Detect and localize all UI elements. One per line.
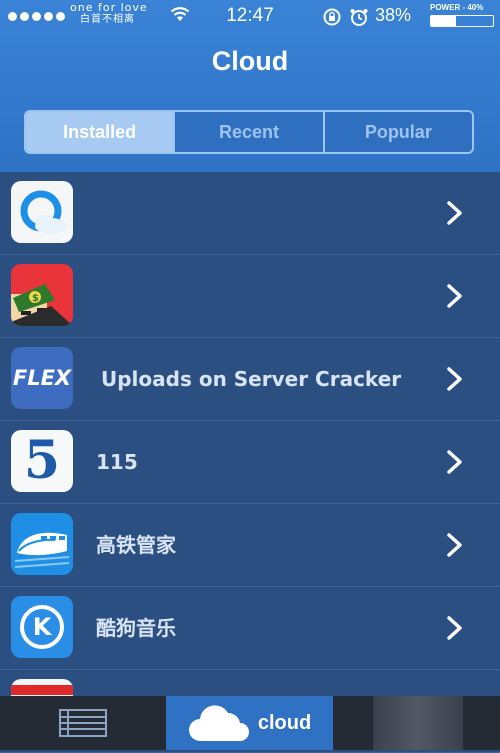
tab-recent[interactable]: Recent [175,112,325,152]
list-item[interactable] [0,172,500,255]
flex-icon-text: FLEX [12,366,72,390]
header: one for love 白首不相离 12:47 38% POWER - 40%… [0,0,500,172]
app-115-icon: 5 [11,430,73,492]
chevron-right-icon [447,284,462,308]
cloud-icon [188,705,249,741]
list-item[interactable]: K 酷狗音乐 [0,587,500,670]
list-item[interactable]: 5 115 [0,421,500,504]
battery-percentage: 38% [375,5,412,25]
list-item-label: Uploads on Server Cracker [101,367,402,391]
status-bar: one for love 白首不相离 12:47 38% POWER - 40% [0,0,500,34]
tab-cloud[interactable]: cloud [166,696,333,750]
kugou-icon: K [11,596,73,658]
page-title: Cloud [211,46,289,76]
tab-bar: cloud [0,696,500,750]
status-time: 12:47 [226,5,274,26]
battery-fill [431,16,456,26]
rotation-lock-icon [323,8,341,26]
battery-bar [430,15,494,27]
alarm-icon [350,9,368,26]
list-item-label: 高铁管家 [96,533,176,557]
tab-installed[interactable]: Installed [26,112,176,152]
chevron-right-icon [447,201,462,225]
segmented-control: Installed Recent Popular [24,110,474,154]
green-cap-character-icon: $ [11,264,73,326]
chevron-right-icon [447,450,462,474]
tab-popular[interactable]: Popular [325,112,472,152]
list-item[interactable]: 高铁管家 [0,504,500,587]
tab-right[interactable] [373,696,463,750]
flex-icon: FLEX [11,347,73,409]
kugou-icon-text: K [32,613,52,641]
power-label: POWER - 40% [430,3,484,12]
list-item[interactable]: FLEX Uploads on Server Cracker [0,338,500,421]
qq-browser-icon [11,181,73,243]
list-item-label: 酷狗音乐 [96,616,176,640]
app-115-icon-text: 5 [23,430,61,491]
chevron-right-icon [447,616,462,640]
app-list: $ FLEX Uploads on Server Cracker 5 115 高… [0,172,500,753]
train-icon [11,513,73,575]
tab-cloud-label: cloud [257,711,312,734]
svg-text:$: $ [32,293,39,304]
chevron-right-icon [447,533,462,557]
chevron-right-icon [447,367,462,391]
list-item-label: 115 [96,450,138,474]
list-icon[interactable] [58,708,108,738]
list-item[interactable]: $ [0,255,500,338]
